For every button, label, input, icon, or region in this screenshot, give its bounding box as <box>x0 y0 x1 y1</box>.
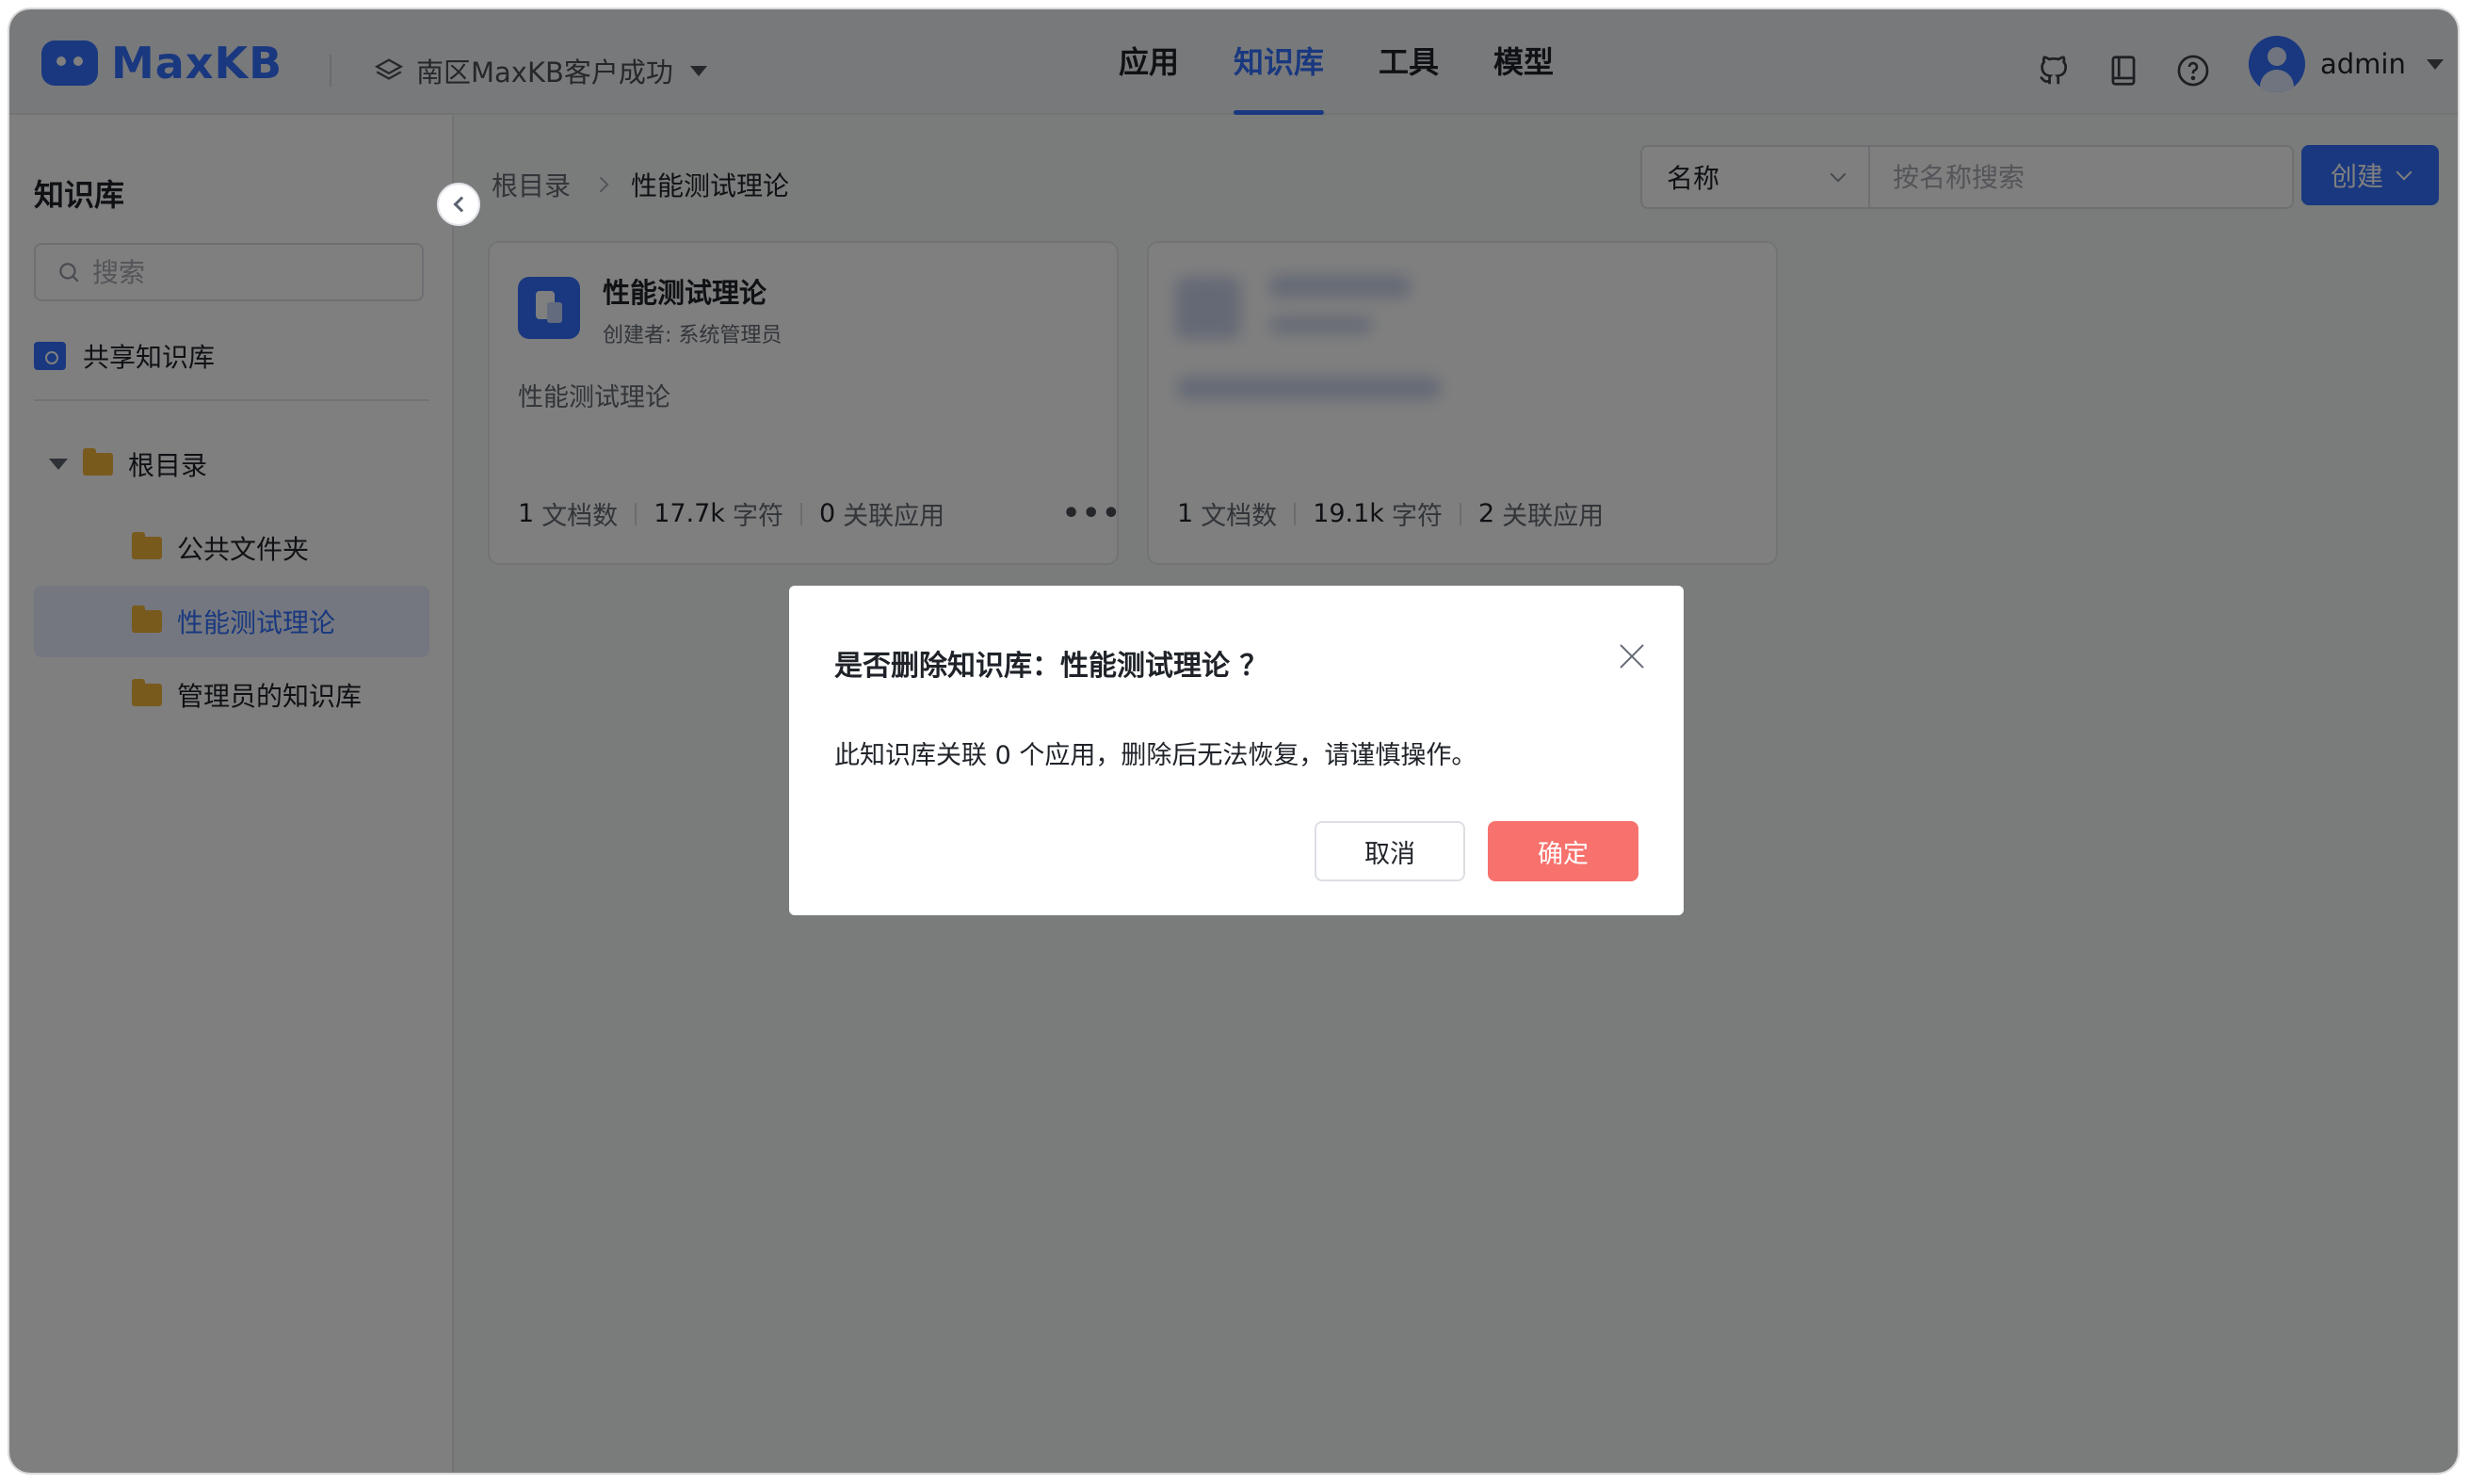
sidebar-collapse-button[interactable] <box>437 183 480 226</box>
chevron-left-icon <box>453 196 469 213</box>
confirm-button[interactable]: 确定 <box>1488 821 1638 881</box>
close-icon[interactable] <box>1616 640 1648 672</box>
dialog-message: 此知识库关联 0 个应用，删除后无法恢复，请谨慎操作。 <box>834 741 1477 770</box>
delete-confirm-dialog: 是否删除知识库：性能测试理论 ？ 此知识库关联 0 个应用，删除后无法恢复，请谨… <box>789 586 1684 915</box>
app-window: MaxKB 南区MaxKB客户成功 应用 知识库 工具 模型 <box>9 9 2458 1473</box>
dialog-title: 是否删除知识库：性能测试理论 ？ <box>834 650 1268 683</box>
cancel-button[interactable]: 取消 <box>1315 821 1465 881</box>
